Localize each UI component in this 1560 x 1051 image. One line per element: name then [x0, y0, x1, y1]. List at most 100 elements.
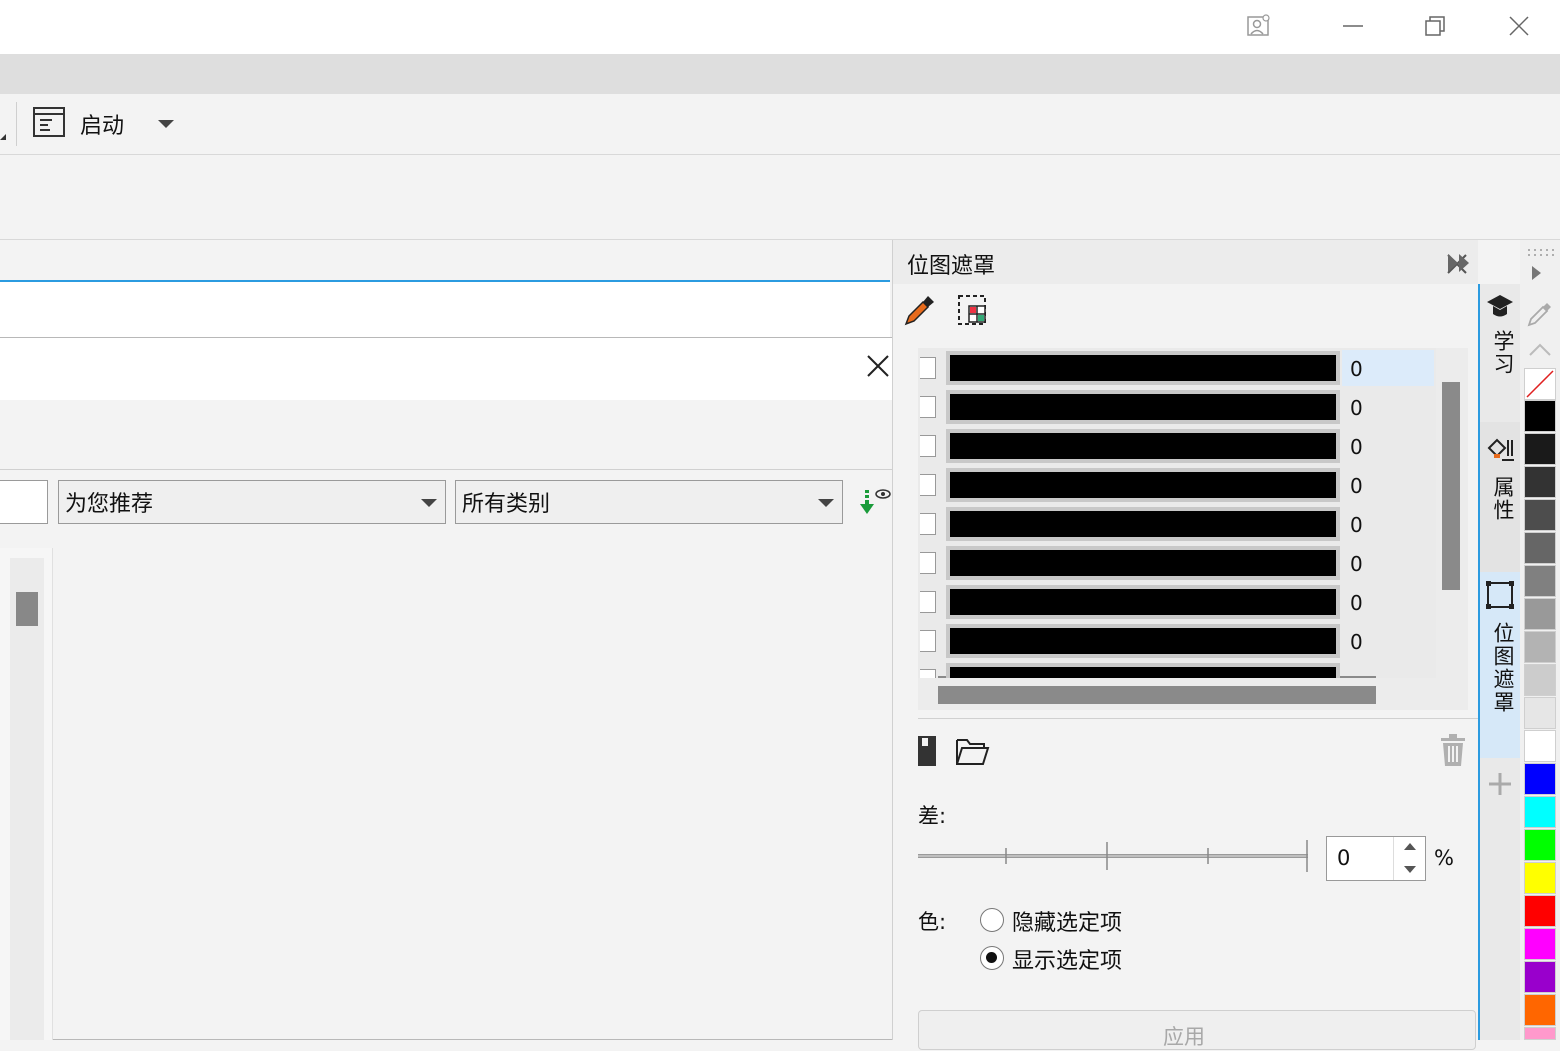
row-color-swatch[interactable] [946, 624, 1340, 658]
palette-swatch[interactable] [1524, 631, 1556, 663]
palette-swatch[interactable] [1524, 862, 1556, 894]
percent-label: % [1434, 846, 1454, 870]
row-tolerance-value: 0 [1350, 357, 1363, 381]
color-palette [1520, 240, 1560, 1040]
toolbar-overflow-icon[interactable] [0, 122, 6, 140]
palette-swatch[interactable] [1524, 499, 1556, 531]
row-tolerance-value: 0 [1350, 396, 1363, 420]
palette-swatch[interactable] [1524, 763, 1556, 795]
spin-down-icon[interactable] [1404, 866, 1416, 873]
row-checkbox[interactable] [920, 630, 936, 652]
eyedropper-icon[interactable] [901, 292, 937, 328]
row-checkbox[interactable] [920, 591, 936, 613]
apply-button[interactable]: 应用 [918, 1010, 1476, 1050]
row-checkbox[interactable] [920, 396, 936, 418]
palette-swatch[interactable] [1524, 730, 1556, 762]
show-selected-radio[interactable] [980, 946, 1004, 970]
palette-swatch[interactable] [1524, 532, 1556, 564]
dialog-close-icon[interactable] [864, 352, 892, 380]
palette-grip-icon[interactable] [1526, 242, 1554, 256]
recommend-dropdown[interactable]: 为您推荐 [58, 480, 446, 524]
row-checkbox[interactable] [920, 669, 936, 678]
row-color-swatch[interactable] [946, 507, 1340, 541]
palette-swatch[interactable] [1524, 466, 1556, 498]
restore-button[interactable] [1412, 6, 1458, 46]
row-checkbox[interactable] [920, 435, 936, 457]
palette-swatch[interactable] [1524, 697, 1556, 729]
palette-swatch[interactable] [1524, 433, 1556, 465]
dialog-header [0, 338, 920, 400]
row-checkbox[interactable] [920, 513, 936, 535]
tolerance-input[interactable]: 0 [1337, 846, 1350, 870]
tolerance-spinbox[interactable]: 0 [1326, 836, 1426, 881]
tab-properties[interactable]: 属性 [1480, 422, 1520, 572]
content-dialog [0, 337, 921, 1040]
palette-swatch[interactable] [1524, 961, 1556, 993]
row-tolerance-value: 0 [1350, 435, 1363, 459]
minimize-button[interactable] [1330, 6, 1376, 46]
launch-icon[interactable] [32, 106, 66, 138]
tolerance-label: 差: [918, 804, 947, 828]
row-checkbox[interactable] [920, 474, 936, 496]
spin-up-icon[interactable] [1404, 843, 1416, 850]
palette-swatch[interactable] [1524, 565, 1556, 597]
tab-bitmap-mask-label: 位图遮罩 [1491, 622, 1515, 714]
horizontal-scrollbar-thumb[interactable] [938, 686, 1376, 704]
row-color-swatch[interactable] [946, 546, 1340, 580]
launch-label[interactable]: 启动 [80, 108, 124, 140]
chevron-down-icon [421, 499, 437, 507]
save-mask-icon[interactable] [918, 734, 938, 768]
scrollbar-thumb[interactable] [16, 592, 38, 626]
add-docker-icon[interactable] [1486, 770, 1514, 798]
palette-swatch[interactable] [1524, 400, 1556, 432]
bitmap-mask-icon [1485, 580, 1515, 610]
list-scrollbar-track[interactable] [1436, 348, 1468, 678]
palette-swatch[interactable] [1524, 895, 1556, 927]
horizontal-scrollbar[interactable] [918, 678, 1468, 710]
palette-flyout-icon[interactable] [1532, 266, 1541, 280]
no-color-swatch[interactable] [1524, 368, 1556, 400]
document-area [0, 282, 890, 338]
palette-swatch[interactable] [1524, 598, 1556, 630]
palette-swatch[interactable] [1524, 928, 1556, 960]
account-icon[interactable] [1236, 6, 1282, 46]
close-window-button[interactable] [1496, 6, 1542, 46]
row-tolerance-value: 0 [1350, 474, 1363, 498]
palette-swatch[interactable] [1524, 664, 1556, 696]
download-view-icon[interactable] [856, 486, 892, 522]
row-color-swatch[interactable] [946, 429, 1340, 463]
docker-expand-icon[interactable] [1446, 252, 1472, 274]
list-scrollbar-thumb[interactable] [1442, 382, 1460, 590]
trash-icon[interactable] [1438, 732, 1468, 768]
launch-dropdown-arrow-icon[interactable] [158, 120, 174, 128]
color-select-icon[interactable] [955, 292, 991, 328]
tab-bitmap-mask[interactable]: 位图遮罩 [1480, 572, 1520, 758]
row-color-swatch[interactable] [946, 468, 1340, 502]
docker-divider [918, 718, 1478, 719]
hide-selected-label[interactable]: 隐藏选定项 [1012, 905, 1122, 937]
spinbox-buttons [1393, 837, 1426, 880]
vertical-scrollbar[interactable] [10, 558, 44, 1040]
open-folder-icon[interactable] [954, 734, 990, 768]
row-color-swatch[interactable] [946, 663, 1340, 678]
palette-swatch[interactable] [1524, 796, 1556, 828]
tab-learn[interactable]: 学习 [1480, 284, 1520, 422]
row-color-swatch[interactable] [946, 585, 1340, 619]
row-color-swatch[interactable] [946, 390, 1340, 424]
row-color-swatch[interactable] [946, 351, 1340, 385]
row-checkbox[interactable] [920, 552, 936, 574]
category-dropdown[interactable]: 所有类别 [455, 480, 843, 524]
palette-scroll-up-icon[interactable] [1528, 342, 1552, 358]
palette-swatch[interactable] [1524, 994, 1556, 1026]
tab-learn-label: 学习 [1491, 330, 1515, 376]
color-mode-label: 色: [918, 910, 947, 934]
palette-swatch[interactable] [1524, 1027, 1556, 1040]
hide-selected-radio[interactable] [980, 908, 1004, 932]
palette-eyedropper-icon[interactable] [1526, 300, 1554, 328]
row-checkbox[interactable] [920, 357, 936, 379]
palette-swatch[interactable] [1524, 829, 1556, 861]
property-bar [0, 155, 1560, 240]
show-selected-label[interactable]: 显示选定项 [1012, 943, 1122, 975]
search-input[interactable] [0, 480, 48, 524]
tolerance-slider[interactable] [918, 838, 1310, 874]
